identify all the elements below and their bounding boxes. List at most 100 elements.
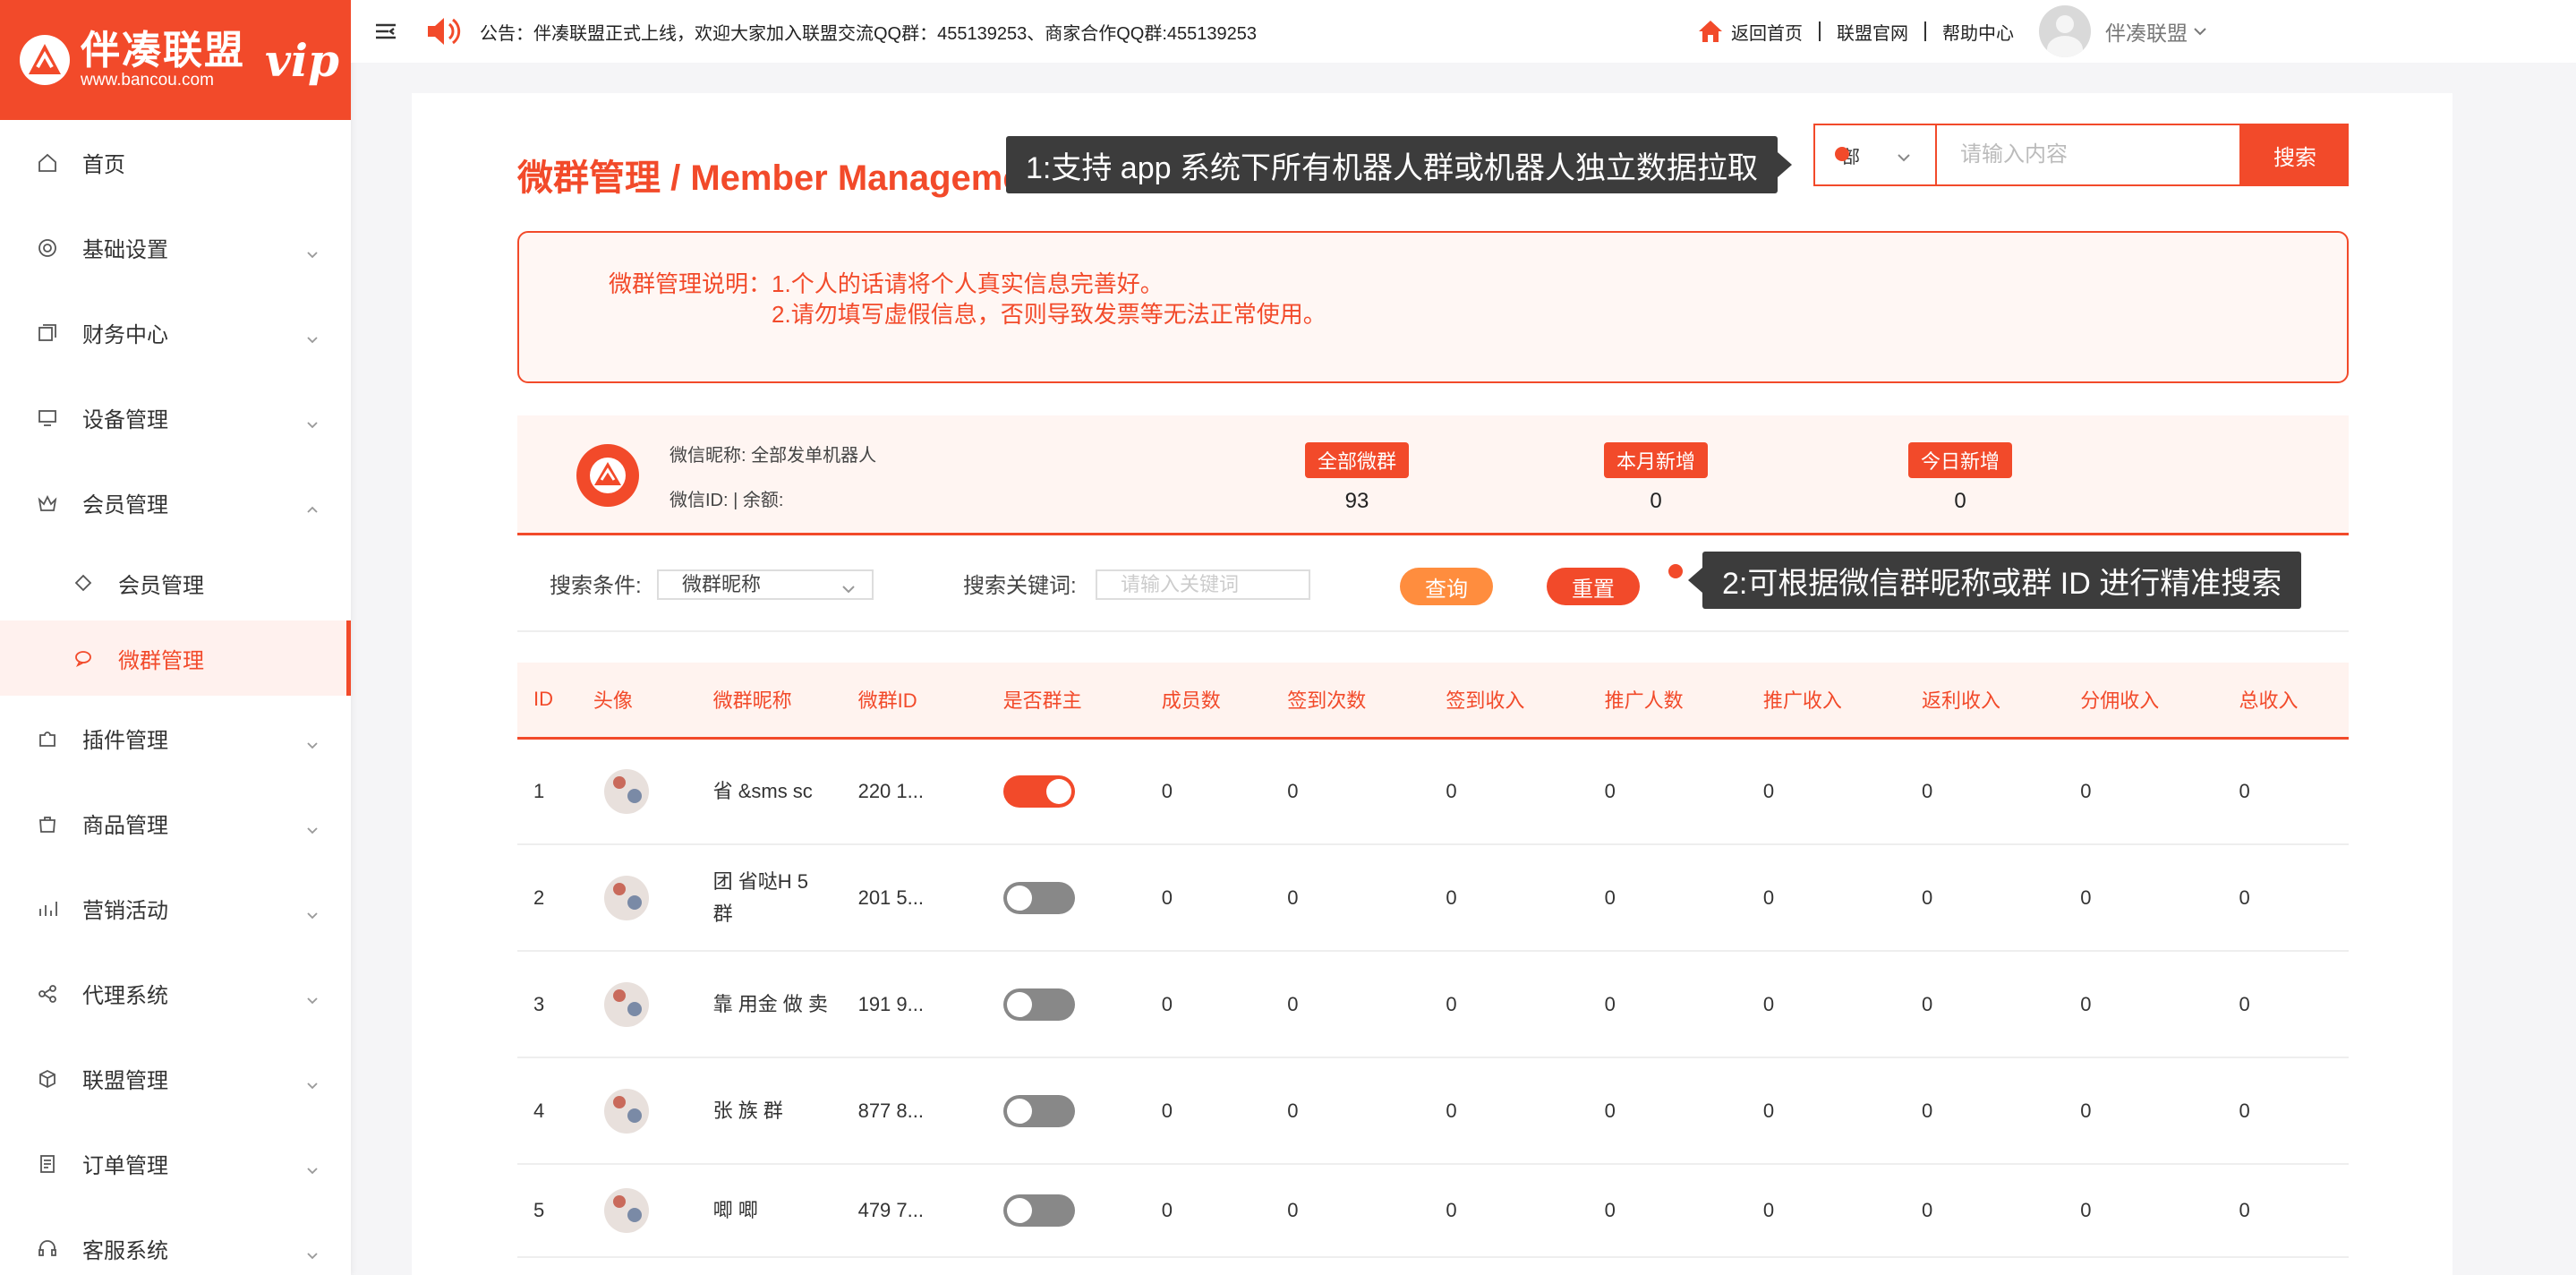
search-condition-select[interactable]: 微群昵称 [657,569,874,600]
table-row[interactable]: 4张 族 群 877 8... 0 0 0 0 0 0 0 0 [517,1057,2349,1165]
cell-id: 1 [517,738,577,845]
cell-value: 0 [1746,951,1906,1058]
sidebar-item-products[interactable]: 商品管理 [0,781,351,866]
cell-id: 5 [517,1164,577,1258]
sidebar-item-marketing[interactable]: 营销活动 [0,866,351,951]
keyword-label: 搜索关键词: [963,574,1077,598]
sidebar-subitem-member-management[interactable]: 会员管理 [0,545,351,620]
group-owner-toggle[interactable] [1002,881,1075,914]
chevron-down-icon [306,412,319,428]
annotation-dot [1835,147,1849,161]
chevron-down-icon [306,1158,319,1174]
home-icon [36,151,59,175]
group-owner-toggle[interactable] [1002,774,1075,808]
document-icon [36,1152,59,1176]
column-header[interactable]: 签到收入 [1429,663,1589,740]
search-button[interactable]: 搜索 [2241,124,2349,186]
table-row[interactable]: 1省 &sms sc 220 1... 0 0 0 0 0 0 0 0 [517,738,2349,845]
finance-icon [36,321,59,345]
sidebar-item-plugins[interactable]: 插件管理 [0,696,351,781]
cell-value: 0 [1271,844,1430,952]
cell-value: 0 [2222,738,2349,845]
search-bar: 部 搜索 [1813,124,2349,186]
group-owner-toggle[interactable] [1002,1094,1075,1127]
sidebar-item-basic-settings[interactable]: 基础设置 [0,205,351,290]
table-row[interactable]: 3靠 用金 做 卖 191 9... 0 0 0 0 0 0 0 0 [517,951,2349,1058]
sidebar: 伴凑联盟 www.bancou.com vip 首页 基础设置 财务中心 设备管… [0,0,351,1275]
stat-all-groups: 全部微群 93 [1267,442,1446,514]
user-menu[interactable]: 伴凑联盟 [2039,0,2207,63]
column-header[interactable]: ID [517,663,577,740]
cell-value: 0 [2064,738,2223,845]
cell-group-id: 220 1... [841,738,987,845]
sidebar-item-members[interactable]: 会员管理 [0,460,351,545]
column-header[interactable]: 总收入 [2222,663,2349,740]
description-line: 1.个人的话请将个人真实信息完善好。 [772,270,1164,297]
diamond-icon [72,571,95,595]
column-header[interactable]: 推广收入 [1746,663,1906,740]
group-avatar [603,1188,649,1233]
cell-id: 4 [517,1057,577,1165]
cell-value: 0 [1588,844,1747,952]
menu-collapse-icon[interactable] [372,18,399,45]
cell-value: 0 [1906,1057,2065,1165]
cell-value: 0 [1145,951,1272,1058]
table-row[interactable]: 5唧 唧 479 7... 0 0 0 0 0 0 0 0 [517,1164,2349,1258]
column-header[interactable]: 分佣收入 [2064,663,2223,740]
column-header[interactable]: 微群昵称 [696,663,842,740]
cell-value: 0 [1588,1057,1747,1165]
sidebar-item-devices[interactable]: 设备管理 [0,375,351,460]
sidebar-item-label: 微群管理 [118,648,204,673]
sidebar-item-alliance[interactable]: 联盟管理 [0,1036,351,1121]
cell-value: 0 [1271,738,1430,845]
sidebar-item-agents[interactable]: 代理系统 [0,951,351,1036]
cell-group-nickname: 省 &sms sc [696,738,842,845]
keyword-input[interactable] [1096,569,1310,600]
sidebar-item-finance[interactable]: 财务中心 [0,290,351,375]
chevron-down-icon [306,732,319,749]
cell-value: 0 [1145,844,1272,952]
query-button[interactable]: 查询 [1400,568,1493,605]
chevron-down-icon [306,327,319,343]
brand-logo[interactable]: 伴凑联盟 www.bancou.com vip [0,0,351,120]
search-input[interactable] [1935,124,2241,186]
column-header[interactable]: 成员数 [1145,663,1272,740]
stat-value: 0 [1650,489,1662,513]
sidebar-item-label: 客服系统 [82,1239,168,1263]
search-scope-select[interactable]: 部 [1813,124,1935,186]
sidebar-item-label: 会员管理 [82,493,168,518]
column-header[interactable]: 推广人数 [1588,663,1747,740]
sidebar-item-label: 代理系统 [82,984,168,1008]
sidebar-item-label: 插件管理 [82,729,168,753]
column-header[interactable]: 头像 [576,663,697,740]
sidebar-item-home[interactable]: 首页 [0,120,351,205]
cell-value: 0 [1588,738,1747,845]
sidebar-item-label: 设备管理 [82,408,168,432]
robot-avatar-icon [576,444,639,507]
avatar [2039,5,2091,57]
column-header[interactable]: 微群ID [841,663,987,740]
chevron-down-icon [306,1243,319,1259]
column-header[interactable]: 返利收入 [1906,663,2065,740]
help-center-link[interactable]: 帮助中心 [1942,19,2014,45]
column-header[interactable]: 是否群主 [986,663,1146,740]
back-home-link[interactable]: 返回首页 [1731,19,1803,45]
sidebar-item-label: 营销活动 [82,899,168,923]
stat-value: 93 [1344,489,1369,513]
description-line: 2.请勿填写虚假信息，否则导致发票等无法正常使用。 [772,301,1326,328]
table-row[interactable]: 2团 省哒H 5 群 201 5... 0 0 0 0 0 0 0 0 [517,844,2349,952]
cell-value: 0 [1906,1164,2065,1258]
column-header[interactable]: 签到次数 [1271,663,1430,740]
cell-value: 0 [2222,951,2349,1058]
sidebar-item-customer-service[interactable]: 客服系统 [0,1206,351,1275]
share-icon [36,982,59,1005]
official-site-link[interactable]: 联盟官网 [1837,19,1908,45]
top-links: 返回首页 联盟官网 帮助中心 [1697,0,2014,63]
cell-value: 0 [1271,1057,1430,1165]
sidebar-item-orders[interactable]: 订单管理 [0,1121,351,1206]
group-owner-toggle[interactable] [1002,988,1075,1021]
group-owner-toggle[interactable] [1002,1194,1075,1227]
chart-icon [36,897,59,920]
reset-button[interactable]: 重置 [1547,568,1640,605]
sidebar-subitem-group-management[interactable]: 微群管理 [0,620,351,696]
